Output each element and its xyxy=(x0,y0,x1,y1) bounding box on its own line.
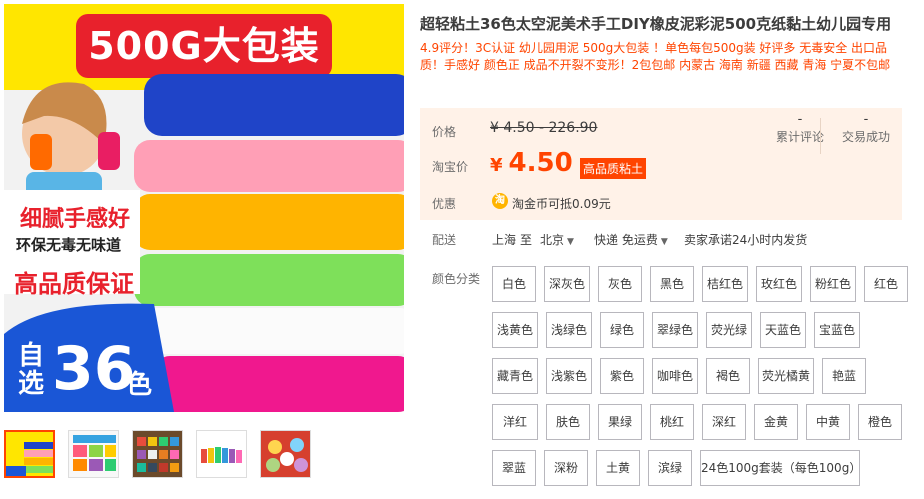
current-price-value: 4.50 xyxy=(508,148,573,178)
thumbnail-5-image xyxy=(261,431,310,477)
destination-text: 北京 xyxy=(540,233,565,247)
taobao-price-label: 淘宝价 xyxy=(432,160,469,174)
color-option[interactable]: 24色100g套装（每色100g） xyxy=(700,450,861,486)
price-label: 价格 xyxy=(432,125,457,139)
thumbnail-2[interactable] xyxy=(68,430,119,478)
color-option[interactable]: 绿色 xyxy=(600,312,644,348)
color-option[interactable]: 果绿 xyxy=(598,404,642,440)
color-option[interactable]: 桔红色 xyxy=(702,266,748,302)
color-option[interactable]: 中黄 xyxy=(806,404,850,440)
shipping-row: 配送 上海 至 北京 ▼ 快递 免运费 ▼ 卖家承诺24小时内发货 xyxy=(420,231,902,251)
color-option[interactable]: 金黄 xyxy=(754,404,798,440)
product-gallery: 500G大包装 细腻手感好 环保无毒无味道 高品质保证 自选 36 色 xyxy=(4,4,404,412)
color-option[interactable]: 天蓝色 xyxy=(760,312,806,348)
badge-number: 36 xyxy=(52,334,136,404)
color-option[interactable]: 白色 xyxy=(492,266,536,302)
stat-divider xyxy=(820,118,821,154)
thumbnail-1[interactable] xyxy=(4,430,55,478)
destination-selector[interactable]: 北京 ▼ xyxy=(540,231,574,248)
current-price: ¥4.50 xyxy=(490,148,573,178)
color-option[interactable]: 深粉 xyxy=(544,450,588,486)
color-option[interactable]: 橙色 xyxy=(858,404,902,440)
shipping-method-text: 快递 免运费 xyxy=(594,233,658,247)
color-option[interactable]: 灰色 xyxy=(598,266,642,302)
color-option[interactable]: 荧光绿 xyxy=(706,312,752,348)
ship-to-word: 至 xyxy=(520,233,533,247)
currency-symbol: ¥ xyxy=(490,155,503,176)
reviews-label: 累计评论 xyxy=(775,130,824,144)
thumbnail-3-image xyxy=(133,431,182,477)
original-price: ¥ 4.50 - 226.90 xyxy=(490,120,598,136)
shipping-promise: 卖家承诺24小时内发货 xyxy=(684,233,808,247)
color-option[interactable]: 浅紫色 xyxy=(546,358,592,394)
thumbnail-4[interactable] xyxy=(196,430,247,478)
color-option[interactable]: 滨绿 xyxy=(648,450,692,486)
product-subtitle: 4.9评分！3C认证 幼儿园用泥 500g大包装 ！单色每包500g装 好评多 … xyxy=(420,41,891,72)
color-option[interactable]: 翠蓝 xyxy=(492,450,536,486)
color-label: 颜色分类 xyxy=(432,272,481,286)
feature-text-2: 环保无毒无味道 xyxy=(16,236,122,254)
color-option[interactable]: 深灰色 xyxy=(544,266,590,302)
color-option[interactable]: 土黄 xyxy=(596,450,640,486)
color-option[interactable]: 浅黄色 xyxy=(492,312,538,348)
taobao-coin-icon: 淘 xyxy=(492,193,508,209)
chevron-down-icon: ▼ xyxy=(660,237,668,247)
color-option[interactable]: 藏青色 xyxy=(492,358,538,394)
main-product-image[interactable]: 500G大包装 细腻手感好 环保无毒无味道 高品质保证 自选 36 色 xyxy=(4,4,404,412)
product-info: 超轻粘土36色太空泥美术手工DIY橡皮泥彩泥500克纸黏土幼儿园专用 4.9评分… xyxy=(420,12,920,74)
color-option[interactable]: 粉红色 xyxy=(810,266,856,302)
price-panel: 价格 ¥ 4.50 - 226.90 淘宝价 ¥4.50 高品质粘土 - 累计评… xyxy=(420,108,902,186)
feature-text-1: 细腻手感好 xyxy=(20,207,131,232)
color-option[interactable]: 黑色 xyxy=(650,266,694,302)
thumbnail-4-image xyxy=(197,431,246,477)
color-option[interactable]: 荧光橘黄 xyxy=(758,358,814,394)
color-option[interactable]: 洋红 xyxy=(492,404,538,440)
badge-prefix: 自选 xyxy=(18,341,45,399)
color-option[interactable]: 红色 xyxy=(864,266,908,302)
banner-text: 500G大包装 xyxy=(88,24,320,68)
thumbnail-strip xyxy=(4,430,311,478)
sales-count: - xyxy=(863,112,869,127)
color-option[interactable]: 肤色 xyxy=(546,404,590,440)
color-option[interactable]: 宝蓝色 xyxy=(814,312,860,348)
color-option[interactable]: 玫红色 xyxy=(756,266,802,302)
color-option[interactable]: 褐色 xyxy=(706,358,750,394)
color-option[interactable]: 紫色 xyxy=(600,358,644,394)
coin-discount-text: 淘金币可抵0.09元 xyxy=(512,197,611,211)
color-option[interactable]: 深红 xyxy=(702,404,746,440)
color-option[interactable]: 咖啡色 xyxy=(652,358,698,394)
shipping-label: 配送 xyxy=(432,233,457,247)
badge-suffix: 色 xyxy=(126,370,153,400)
product-title: 超轻粘土36色太空泥美术手工DIY橡皮泥彩泥500克纸黏土幼儿园专用 xyxy=(420,15,892,33)
sales-label: 交易成功 xyxy=(841,130,890,144)
thumbnail-5[interactable] xyxy=(260,430,311,478)
thumbnail-2-image xyxy=(69,431,118,477)
color-option[interactable]: 艳蓝 xyxy=(822,358,866,394)
color-option[interactable]: 翠绿色 xyxy=(652,312,698,348)
sales-stat: - 交易成功 xyxy=(838,112,894,145)
thumbnail-3[interactable] xyxy=(132,430,183,478)
ship-from: 上海 xyxy=(492,233,517,247)
shipping-method-selector[interactable]: 快递 免运费 ▼ xyxy=(594,231,668,248)
discount-label: 优惠 xyxy=(432,197,457,211)
product-page: 500G大包装 细腻手感好 环保无毒无味道 高品质保证 自选 36 色 超轻粘土… xyxy=(0,0,924,499)
promo-tag: 高品质粘土 xyxy=(580,158,647,179)
feature-text-3: 高品质保证 xyxy=(14,270,134,298)
discount-panel: 优惠 淘 淘金币可抵0.09元 xyxy=(420,186,902,220)
thumbnail-1-image xyxy=(6,432,53,476)
color-option[interactable]: 浅绿色 xyxy=(546,312,592,348)
color-option[interactable]: 桃红 xyxy=(650,404,694,440)
chevron-down-icon: ▼ xyxy=(567,237,574,247)
